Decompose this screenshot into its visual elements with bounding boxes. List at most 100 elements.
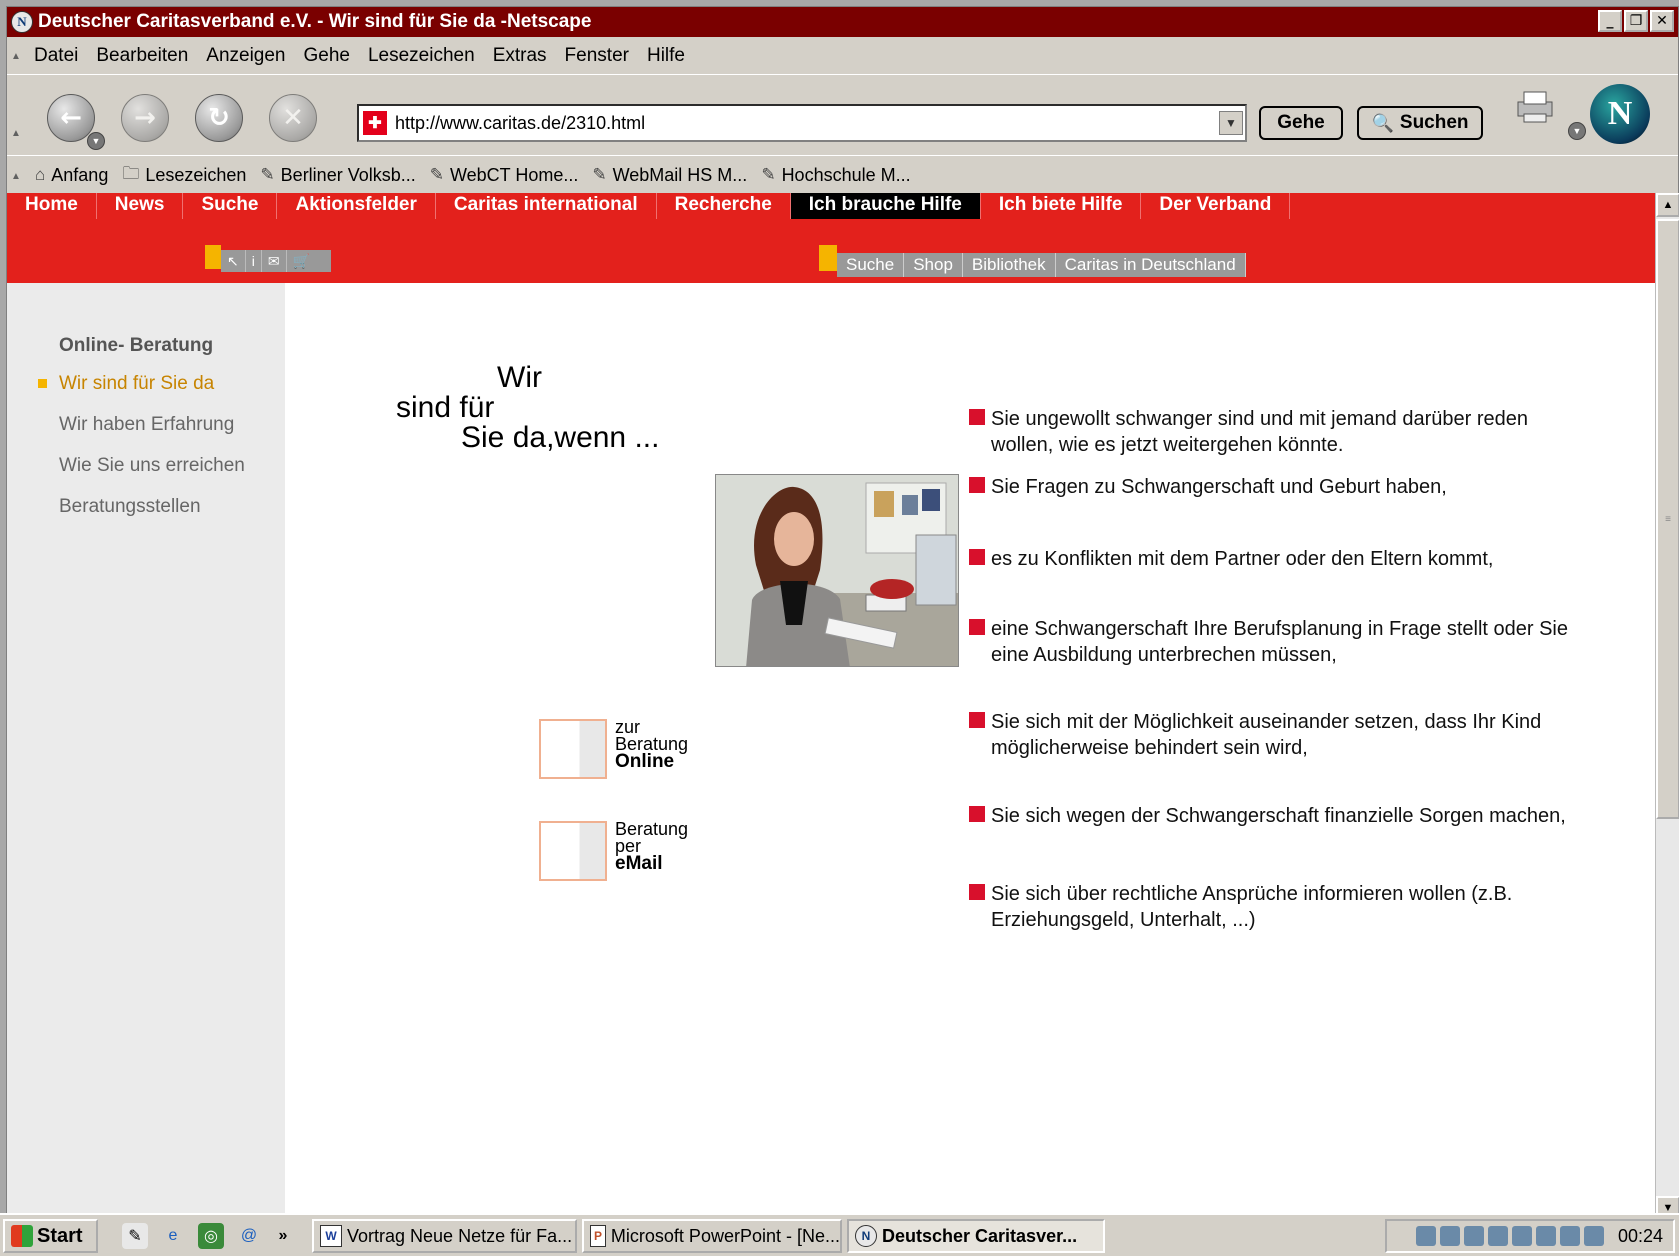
stop-button[interactable]: ✕ xyxy=(269,94,317,142)
nav-recherche[interactable]: Recherche xyxy=(657,193,791,219)
menu-gehe[interactable]: Gehe xyxy=(304,45,350,67)
clock[interactable]: 00:24 xyxy=(1618,1226,1663,1247)
taskbar-task-powerpoint[interactable]: P Microsoft PowerPoint - [Ne... xyxy=(582,1219,842,1253)
back-history-dropdown[interactable]: ▼ xyxy=(87,132,105,150)
sublink-bibliothek[interactable]: Bibliothek xyxy=(963,253,1056,277)
menu-bearbeiten[interactable]: Bearbeiten xyxy=(96,45,188,67)
search-button-label: Suchen xyxy=(1399,112,1469,133)
forward-button[interactable]: → xyxy=(121,94,169,142)
reload-button[interactable]: ↻ xyxy=(195,94,243,142)
quicklaunch-editor-icon[interactable]: ✎ xyxy=(122,1223,148,1249)
info-tool-icon[interactable]: i xyxy=(246,250,262,272)
nav-aktionsfelder[interactable]: Aktionsfelder xyxy=(277,193,436,219)
taskbar-task-netscape[interactable]: N Deutscher Caritasver... xyxy=(847,1219,1105,1253)
sublink-suche[interactable]: Suche xyxy=(837,253,905,277)
tray-icon[interactable] xyxy=(1487,1226,1508,1246)
nav-caritas-international[interactable]: Caritas international xyxy=(436,193,657,219)
mail-tool-icon[interactable]: ✉ xyxy=(262,250,287,272)
headline-line2: sind für xyxy=(396,391,495,424)
netscape-logo-icon[interactable]: N xyxy=(1590,84,1650,144)
bookmark-item[interactable]: ✎ WebMail HS M... xyxy=(592,165,747,186)
close-button[interactable]: ✕ xyxy=(1650,10,1674,32)
sublink-caritas-in-deutschland[interactable]: Caritas in Deutschland xyxy=(1056,253,1246,277)
site-sidebar: Online- Beratung Wir sind für Sie da Wir… xyxy=(7,283,285,1220)
menu-extras[interactable]: Extras xyxy=(493,45,547,67)
url-text[interactable]: http://www.caritas.de/2310.html xyxy=(395,113,645,134)
cta-beratung-online[interactable]: zur Beratung Online xyxy=(539,718,688,779)
bookmarks-toolbar: ▲ ⌂ Anfang 🗀 Lesezeichen ✎ Berliner Volksb.… xyxy=(7,157,1678,193)
quicklaunch-more-icon[interactable]: » xyxy=(270,1223,296,1249)
caritas-site-icon: ✚ xyxy=(363,111,387,135)
bookmark-icon: ✎ xyxy=(260,165,275,184)
red-bullet-icon xyxy=(969,806,985,822)
restore-button[interactable]: ❐ xyxy=(1624,10,1648,32)
scroll-up-icon[interactable]: ▲ xyxy=(1656,193,1679,217)
site-sub-links: Suche Shop Bibliothek Caritas in Deutsch… xyxy=(819,245,1246,277)
tray-icon[interactable] xyxy=(1559,1226,1580,1246)
menu-fenster[interactable]: Fenster xyxy=(565,45,629,67)
cta-email-line3: eMail xyxy=(615,853,663,874)
tray-icon[interactable] xyxy=(1415,1226,1436,1246)
toolbar-grip-icon[interactable]: ▲ xyxy=(11,171,21,182)
vertical-scrollbar[interactable]: ▲ ≡ ▼ xyxy=(1655,193,1679,1220)
cta-beratung-email[interactable]: Beratung per eMail xyxy=(539,820,688,881)
pointer-tool-icon[interactable]: ↖ xyxy=(221,250,246,272)
nav-news[interactable]: News xyxy=(97,193,184,219)
scroll-thumb[interactable]: ≡ xyxy=(1656,219,1679,819)
menu-hilfe[interactable]: Hilfe xyxy=(647,45,685,67)
bookmark-item[interactable]: ✎ WebCT Home... xyxy=(430,165,579,186)
quicklaunch-app-icon[interactable]: ◎ xyxy=(198,1223,224,1249)
print-icon[interactable] xyxy=(1514,90,1558,126)
print-dropdown[interactable]: ▼ xyxy=(1568,122,1586,140)
bookmark-icon: ✎ xyxy=(429,165,444,184)
menu-datei[interactable]: Datei xyxy=(34,45,78,67)
sidebar-item-beratungsstellen[interactable]: Beratungsstellen xyxy=(59,496,201,518)
go-button[interactable]: Gehe xyxy=(1259,106,1343,140)
reload-icon: ↻ xyxy=(208,103,230,133)
tray-icon[interactable] xyxy=(1439,1226,1460,1246)
menu-anzeigen[interactable]: Anzeigen xyxy=(206,45,285,67)
netscape-icon: N xyxy=(855,1225,877,1247)
toolbar-grip-icon[interactable]: ▲ xyxy=(11,51,21,62)
url-bar[interactable]: ✚ http://www.caritas.de/2310.html ▼ xyxy=(357,104,1247,142)
sidebar-item-wie-sie-uns-erreichen[interactable]: Wie Sie uns erreichen xyxy=(59,455,245,477)
quicklaunch-ie-icon[interactable]: e xyxy=(160,1223,186,1249)
nav-suche[interactable]: Suche xyxy=(183,193,278,219)
tray-icon[interactable] xyxy=(1511,1226,1532,1246)
menu-lesezeichen[interactable]: Lesezeichen xyxy=(368,45,475,67)
cart-tool-icon[interactable]: 🛒 xyxy=(287,250,331,272)
url-dropdown-icon[interactable]: ▼ xyxy=(1219,111,1243,135)
title-bar[interactable]: N Deutscher Caritasverband e.V. - Wir si… xyxy=(7,7,1678,37)
menu-bar: ▲ Datei Bearbeiten Anzeigen Gehe Lesezei… xyxy=(7,37,1678,75)
search-button[interactable]: 🔍 Suchen xyxy=(1357,106,1483,140)
nav-ich-biete-hilfe[interactable]: Ich biete Hilfe xyxy=(981,193,1142,219)
nav-ich-brauche-hilfe[interactable]: Ich brauche Hilfe xyxy=(790,193,981,219)
quicklaunch-mail-icon[interactable]: @ xyxy=(236,1223,262,1249)
tray-icon[interactable] xyxy=(1583,1226,1604,1246)
cta-email-box[interactable] xyxy=(539,821,607,881)
bookmark-item[interactable]: ✎ Hochschule M... xyxy=(761,165,910,186)
headline-line1: Wir xyxy=(497,361,542,394)
sublink-shop[interactable]: Shop xyxy=(904,253,963,277)
red-bullet-icon xyxy=(969,712,985,728)
toolbar-grip-icon[interactable]: ▲ xyxy=(11,128,21,139)
list-item: Sie sich mit der Möglichkeit auseinander… xyxy=(969,709,1569,761)
cta-online-box[interactable] xyxy=(539,719,607,779)
start-button[interactable]: Start xyxy=(3,1219,98,1253)
sidebar-item-wir-haben-erfahrung[interactable]: Wir haben Erfahrung xyxy=(59,414,234,436)
taskbar-task-word[interactable]: W Vortrag Neue Netze für Fa... xyxy=(312,1219,577,1253)
list-item: Sie sich über rechtliche Ansprüche infor… xyxy=(969,881,1569,933)
nav-der-verband[interactable]: Der Verband xyxy=(1141,193,1291,219)
nav-home[interactable]: Home xyxy=(7,193,97,219)
yellow-marker xyxy=(819,245,837,271)
bookmark-folder[interactable]: 🗀 Lesezeichen xyxy=(122,161,246,190)
tray-icon[interactable] xyxy=(1463,1226,1484,1246)
tray-icon[interactable] xyxy=(1535,1226,1556,1246)
bookmark-item[interactable]: ✎ Berliner Volksb... xyxy=(260,165,415,186)
red-bullet-icon xyxy=(969,477,985,493)
bookmark-home[interactable]: ⌂ Anfang xyxy=(35,165,108,186)
minimize-button[interactable]: _ xyxy=(1598,10,1622,32)
sidebar-item-wir-sind-fuer-sie-da[interactable]: Wir sind für Sie da xyxy=(59,373,214,395)
magnifier-icon: 🔍 xyxy=(1371,112,1394,133)
powerpoint-icon: P xyxy=(590,1225,606,1247)
